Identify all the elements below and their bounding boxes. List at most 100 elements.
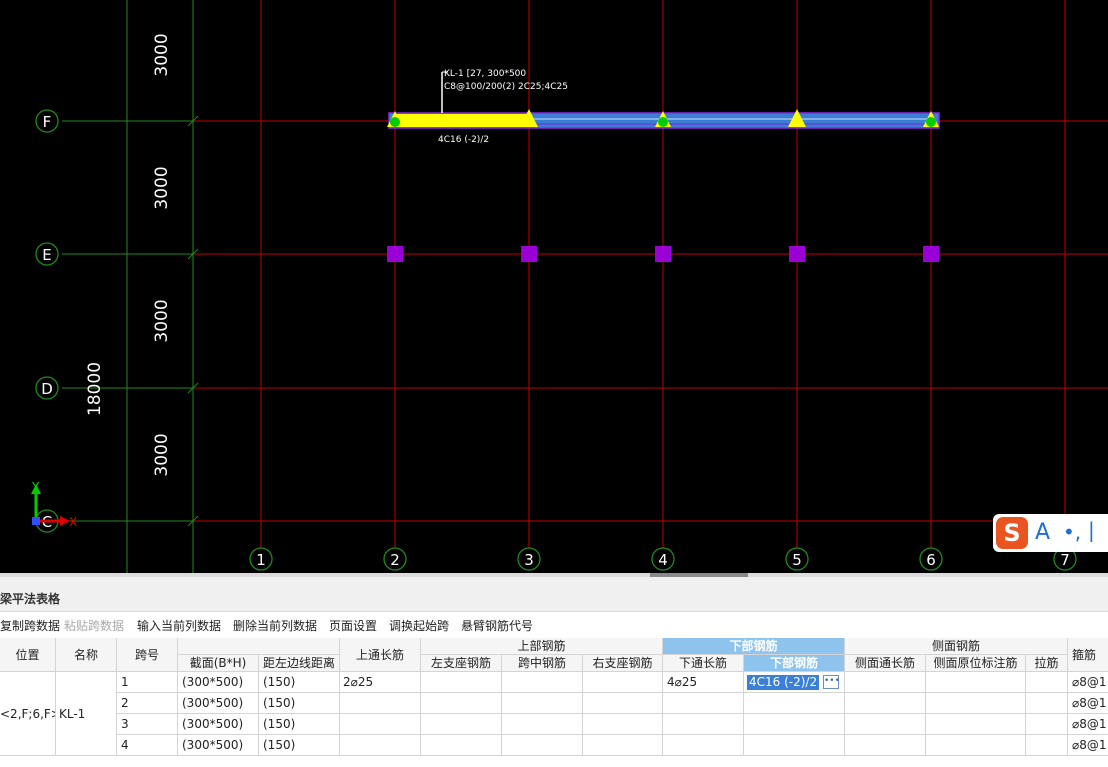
header-left-support-rebar[interactable]: 左支座钢筋 xyxy=(421,655,502,672)
ime-toolbar[interactable]: S A •, | xyxy=(993,514,1108,552)
cell-name[interactable]: KL-1 xyxy=(56,672,117,756)
cell-edge[interactable]: (150) xyxy=(259,672,340,693)
cell-section[interactable]: (300*500) xyxy=(178,714,259,735)
header-mid-span-rebar[interactable]: 跨中钢筋 xyxy=(502,655,583,672)
cell-left-support[interactable] xyxy=(421,693,502,714)
beam-bottom-label[interactable]: 4C16 (-2)/2 xyxy=(438,135,489,145)
cell-side-original[interactable] xyxy=(926,714,1026,735)
header-section[interactable]: 截面(B*H) xyxy=(178,655,259,672)
cell-left-support[interactable] xyxy=(421,714,502,735)
header-right-support-rebar[interactable]: 右支座钢筋 xyxy=(583,655,663,672)
cell-top-through[interactable] xyxy=(340,735,421,756)
column-5e[interactable] xyxy=(789,246,805,262)
cell-edge[interactable]: (150) xyxy=(259,714,340,735)
cell-side-through[interactable] xyxy=(845,672,926,693)
cell-span[interactable]: 2 xyxy=(117,693,178,714)
cell-bottom-through[interactable] xyxy=(663,735,744,756)
cell-top-through[interactable]: 2⌀25 xyxy=(340,672,421,693)
cell-bottom-through[interactable]: 4⌀25 xyxy=(663,672,744,693)
cell-tie[interactable] xyxy=(1026,672,1068,693)
cell-mid-span[interactable] xyxy=(502,672,583,693)
ime-punctuation-toggle[interactable]: •, xyxy=(1063,520,1081,544)
ime-logo-icon[interactable]: S xyxy=(996,517,1028,549)
cell-left-support[interactable] xyxy=(421,735,502,756)
cell-section[interactable]: (300*500) xyxy=(178,735,259,756)
cell-bottom-through[interactable] xyxy=(663,714,744,735)
bottom-rebar-input[interactable]: 4C16 (-2)/2 xyxy=(747,675,820,690)
header-top-through-rebar[interactable]: 上通长筋 xyxy=(340,638,421,672)
cell-bottom-rebar[interactable] xyxy=(744,735,845,756)
col-axis-bubble-6[interactable]: 6 xyxy=(919,547,943,571)
cell-section[interactable]: (300*500) xyxy=(178,693,259,714)
cell-mid-span[interactable] xyxy=(502,714,583,735)
cell-right-support[interactable] xyxy=(583,735,663,756)
row-axis-bubble-e[interactable]: E xyxy=(35,242,59,266)
swap-start-span-button[interactable]: 调换起始跨 xyxy=(389,617,449,634)
cell-top-through[interactable] xyxy=(340,714,421,735)
cell-edge[interactable]: (150) xyxy=(259,693,340,714)
beam-span-1-selected[interactable] xyxy=(395,114,529,127)
beam-label-line2[interactable]: C8@100/200(2) 2C25;4C25 xyxy=(444,82,568,92)
cantilever-rebar-code-button[interactable]: 悬臂钢筋代号 xyxy=(461,617,533,634)
column-4e[interactable] xyxy=(655,246,671,262)
header-bottom-rebar-group[interactable]: 下部钢筋 xyxy=(663,638,845,655)
cell-side-original[interactable] xyxy=(926,693,1026,714)
cell-mid-span[interactable] xyxy=(502,735,583,756)
ime-mode-toggle[interactable]: A xyxy=(1035,520,1050,545)
cell-position[interactable]: <2,F;6,F> xyxy=(0,672,56,756)
row-axis-bubble-f[interactable]: F xyxy=(35,109,59,133)
paste-span-data-button[interactable]: 粘贴跨数据 xyxy=(64,617,124,634)
cell-side-through[interactable] xyxy=(845,735,926,756)
cell-span[interactable]: 1 xyxy=(117,672,178,693)
cell-tie[interactable] xyxy=(1026,735,1068,756)
cell-right-support[interactable] xyxy=(583,693,663,714)
col-axis-bubble-3[interactable]: 3 xyxy=(517,547,541,571)
cell-stirrup[interactable]: ⌀8@1 xyxy=(1068,714,1108,735)
cell-edge[interactable]: (150) xyxy=(259,735,340,756)
column-6e[interactable] xyxy=(923,246,939,262)
input-column-data-button[interactable]: 输入当前列数据 xyxy=(137,617,221,634)
cell-left-support[interactable] xyxy=(421,672,502,693)
header-bottom-through-rebar[interactable]: 下通长筋 xyxy=(663,655,744,672)
cad-drawing-canvas[interactable]: 3000 3000 3000 3000 18000 F E D C 1 2 3 … xyxy=(0,0,1108,573)
header-bottom-rebar[interactable]: 下部钢筋 xyxy=(744,655,845,672)
cell-section[interactable]: (300*500) xyxy=(178,672,259,693)
col-axis-bubble-4[interactable]: 4 xyxy=(651,547,675,571)
cell-bottom-rebar[interactable] xyxy=(744,693,845,714)
header-side-original-rebar[interactable]: 侧面原位标注筋 xyxy=(926,655,1026,672)
cell-bottom-rebar[interactable] xyxy=(744,714,845,735)
cell-right-support[interactable] xyxy=(583,714,663,735)
cell-side-through[interactable] xyxy=(845,714,926,735)
copy-span-data-button[interactable]: 复制跨数据 xyxy=(0,617,60,634)
more-options-button[interactable]: ••• xyxy=(823,675,840,689)
cell-tie[interactable] xyxy=(1026,714,1068,735)
ime-mic-icon[interactable]: | xyxy=(1088,518,1095,542)
header-top-rebar-group[interactable]: 上部钢筋 xyxy=(421,638,663,655)
cell-bottom-through[interactable] xyxy=(663,693,744,714)
cell-side-through[interactable] xyxy=(845,693,926,714)
cell-tie[interactable] xyxy=(1026,693,1068,714)
header-side-rebar-group[interactable]: 侧面钢筋 xyxy=(845,638,1068,655)
cell-stirrup[interactable]: ⌀8@1 xyxy=(1068,735,1108,756)
col-axis-bubble-2[interactable]: 2 xyxy=(383,547,407,571)
cad-drawing-svg[interactable]: 3000 3000 3000 3000 18000 F E D C 1 2 3 … xyxy=(0,0,1108,573)
cell-span[interactable]: 3 xyxy=(117,714,178,735)
cell-top-through[interactable] xyxy=(340,693,421,714)
cell-mid-span[interactable] xyxy=(502,693,583,714)
col-axis-bubble-5[interactable]: 5 xyxy=(785,547,809,571)
cell-right-support[interactable] xyxy=(583,672,663,693)
delete-column-data-button[interactable]: 删除当前列数据 xyxy=(233,617,317,634)
col-axis-bubble-1[interactable]: 1 xyxy=(249,547,273,571)
header-side-through-rebar[interactable]: 侧面通长筋 xyxy=(845,655,926,672)
column-3e[interactable] xyxy=(521,246,537,262)
beam-table[interactable]: 位置 名称 跨号 截面(B*H) 距左边线距离 上通长筋 上部钢筋 左支座钢筋 … xyxy=(0,638,1108,767)
cell-bottom-rebar-editing[interactable]: 4C16 (-2)/2 ••• xyxy=(744,672,845,693)
cell-stirrup[interactable]: ⌀8@1 xyxy=(1068,672,1108,693)
beam-label-line1[interactable]: KL-1 [27, 300*500 xyxy=(444,69,526,79)
cell-span[interactable]: 4 xyxy=(117,735,178,756)
cell-stirrup[interactable]: ⌀8@1 xyxy=(1068,693,1108,714)
column-2e[interactable] xyxy=(387,246,403,262)
row-axis-bubble-d[interactable]: D xyxy=(35,376,59,400)
header-stirrup[interactable]: 箍筋 xyxy=(1068,638,1108,672)
header-position[interactable]: 位置 xyxy=(0,638,56,672)
